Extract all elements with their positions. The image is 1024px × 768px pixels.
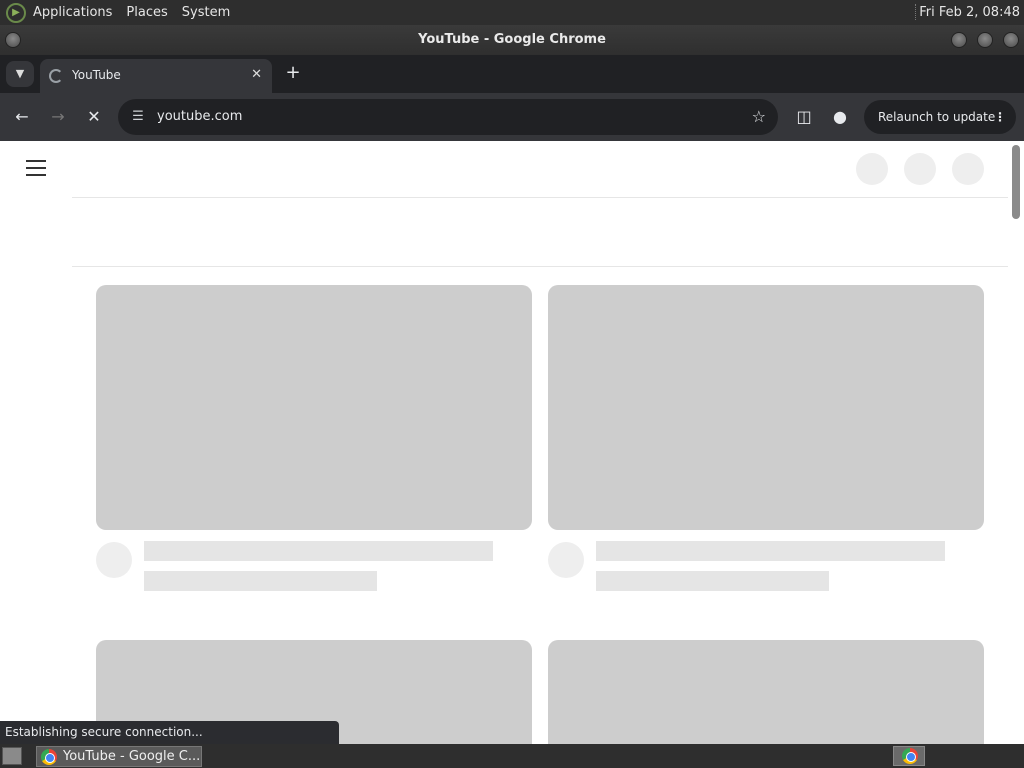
tab-close-icon[interactable]: ✕ xyxy=(251,59,262,91)
skeleton-title-line xyxy=(144,541,493,561)
taskbar-item-chrome[interactable]: YouTube - Google C... xyxy=(36,746,202,767)
skeleton-channel-avatar xyxy=(96,542,132,578)
skeleton-meta-line xyxy=(144,571,377,591)
side-panel-icon[interactable]: ◫ xyxy=(792,105,816,129)
browser-toolbar: ← → ✕ ☰ youtube.com ☆ ◫ ● Relaunch to up… xyxy=(0,93,1024,141)
relaunch-label: Relaunch to update xyxy=(878,110,996,124)
minimize-button[interactable] xyxy=(951,32,967,48)
distro-logo-icon[interactable]: ▶ xyxy=(6,2,26,23)
tray-chrome-button[interactable] xyxy=(893,746,925,766)
skeleton-thumbnail xyxy=(548,285,984,530)
close-window-button[interactable] xyxy=(1003,32,1019,48)
bottom-taskbar: YouTube - Google C... xyxy=(0,744,1024,768)
stop-loading-icon[interactable]: ✕ xyxy=(82,105,106,129)
maximize-button[interactable] xyxy=(977,32,993,48)
url-text[interactable]: youtube.com xyxy=(157,99,242,135)
site-info-icon[interactable]: ☰ xyxy=(128,107,148,127)
skeleton-avatar xyxy=(952,153,984,185)
show-desktop-icon[interactable] xyxy=(2,747,22,765)
tab-strip: ▼ YouTube ✕ + xyxy=(0,55,1024,93)
header-divider xyxy=(72,197,1008,198)
profile-icon[interactable]: ● xyxy=(828,105,852,129)
status-bubble: Establishing secure connection... xyxy=(0,721,339,744)
bookmark-star-icon[interactable]: ☆ xyxy=(752,105,766,129)
page-content xyxy=(0,141,1024,744)
chrome-icon xyxy=(41,749,57,765)
address-bar[interactable]: ☰ youtube.com ☆ xyxy=(118,99,778,135)
clock[interactable]: Fri Feb 2, 08:48 xyxy=(919,0,1020,25)
back-arrow-icon[interactable]: ← xyxy=(10,105,34,129)
skeleton-title-line xyxy=(596,541,945,561)
tab-youtube[interactable]: YouTube ✕ xyxy=(40,59,272,93)
relaunch-to-update-button[interactable]: Relaunch to update ⋮ xyxy=(864,100,1016,134)
skeleton-thumbnail xyxy=(96,285,532,530)
forward-arrow-icon[interactable]: → xyxy=(46,105,70,129)
skeleton-channel-avatar xyxy=(548,542,584,578)
tab-search-chevron-down-icon[interactable]: ▼ xyxy=(6,61,34,87)
window-titlebar[interactable]: YouTube - Google Chrome xyxy=(0,25,1024,55)
skeleton-header-button xyxy=(904,153,936,185)
kebab-menu-icon[interactable]: ⋮ xyxy=(994,100,1006,134)
page-scrollbar[interactable] xyxy=(1012,145,1020,219)
taskbar-item-label: YouTube - Google C... xyxy=(63,749,201,764)
panel-separator xyxy=(915,4,918,20)
menu-system[interactable]: System xyxy=(175,0,237,25)
top-system-panel: ▶ Applications Places System Fri Feb 2, … xyxy=(0,0,1024,25)
skeleton-meta-line xyxy=(596,571,829,591)
chrome-icon xyxy=(902,748,918,764)
tab-title: YouTube xyxy=(72,68,121,82)
window-title: YouTube - Google Chrome xyxy=(418,32,606,47)
skeleton-header-button xyxy=(856,153,888,185)
skeleton-thumbnail xyxy=(548,640,984,744)
chips-divider xyxy=(72,266,1008,267)
window-menu-button[interactable] xyxy=(5,32,21,48)
menu-places[interactable]: Places xyxy=(119,0,174,25)
hamburger-menu-icon[interactable] xyxy=(26,160,46,176)
new-tab-plus-icon[interactable]: + xyxy=(282,61,304,85)
loading-spinner-icon xyxy=(49,69,63,83)
menu-applications[interactable]: Applications xyxy=(26,0,119,25)
